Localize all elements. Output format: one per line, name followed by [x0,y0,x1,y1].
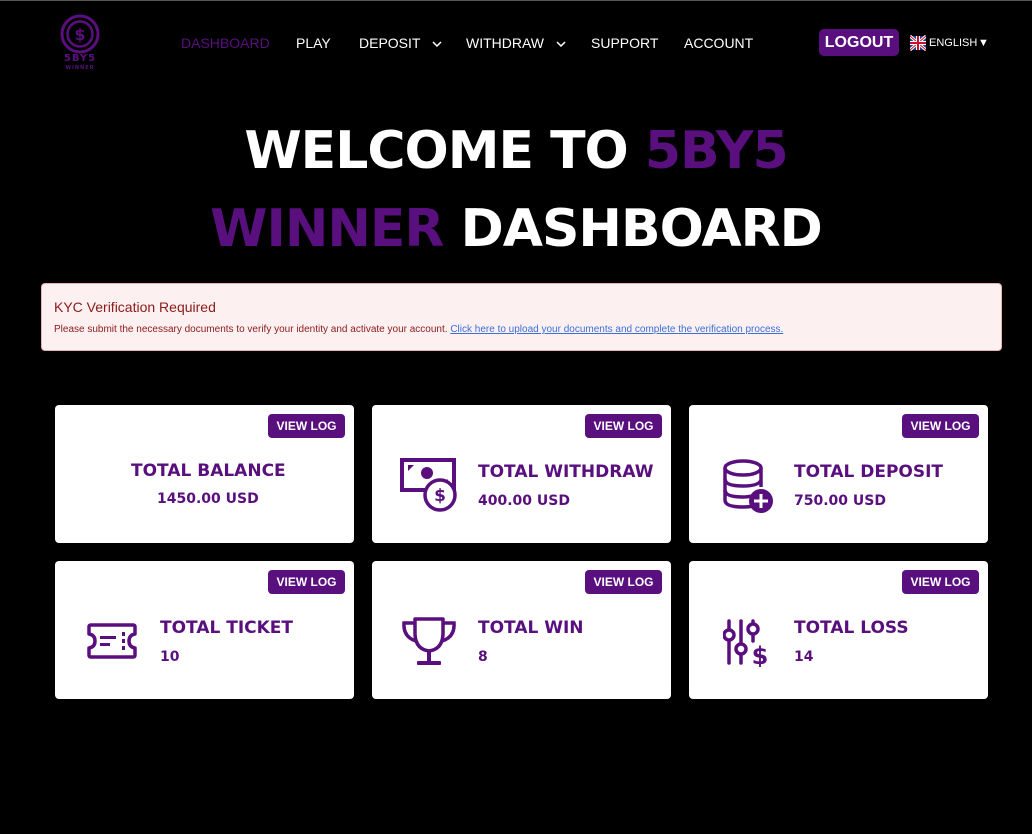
nav-play[interactable]: PLAY [296,34,331,52]
nav-withdraw[interactable]: WITHDRAW [466,34,566,52]
card-total-win: VIEW LOG TOTAL WIN 8 [372,561,671,699]
nav-withdraw-label: WITHDRAW [466,35,545,51]
trophy-icon [402,617,456,665]
nav-account-label: ACCOUNT [684,35,754,51]
nav-dashboard-label: DASHBOARD [181,35,270,51]
logout-button[interactable]: LOGOUT [819,29,899,56]
nav-deposit-label: DEPOSIT [359,35,421,51]
ticket-icon [87,623,137,659]
dollar-coin-icon: $ [60,14,100,54]
card-total-balance: VIEW LOG TOTAL BALANCE 1450.00 USD [55,405,354,543]
upload-documents-link[interactable]: Click here to upload your documents and … [450,324,783,335]
alert-message-text: Please submit the necessary documents to… [54,324,448,335]
svg-text:$: $ [434,486,446,506]
hero-line-1: WELCOME TO 5BY5 [0,112,1032,190]
nav-play-label: PLAY [296,35,331,51]
card-title: TOTAL DEPOSIT [794,462,944,482]
card-value: 14 [794,649,814,665]
svg-text:$: $ [74,25,85,44]
hero-winner-text: WINNER [210,199,444,259]
brand-logo[interactable]: $ 5BY5 WINNER [56,14,104,74]
view-log-button[interactable]: VIEW LOG [268,414,345,438]
card-total-loss: VIEW LOG $ TOTAL LOSS 14 [689,561,988,699]
hero-dashboard-text: DASHBOARD [460,199,823,259]
card-title: TOTAL TICKET [160,618,294,638]
caret-down-icon: ▼ [978,37,989,49]
hero-heading: WELCOME TO 5BY5 WINNER DASHBOARD [0,112,1032,268]
sliders-dollar-icon: $ [723,619,769,667]
uk-flag-icon [910,35,926,51]
nav-support-label: SUPPORT [591,35,659,51]
view-log-button[interactable]: VIEW LOG [902,414,979,438]
hero-line-2: WINNER DASHBOARD [0,190,1032,268]
alert-title: KYC Verification Required [54,299,216,315]
card-title: TOTAL WITHDRAW [478,462,654,482]
money-bill-icon: $ [400,458,457,512]
card-value: 750.00 USD [794,493,886,509]
logo-text: 5BY5 [63,53,97,64]
svg-text:$: $ [752,642,769,667]
hero-welcome-text: WELCOME TO [244,121,628,181]
card-total-withdraw: VIEW LOG $ TOTAL WITHDRAW 400.00 USD [372,405,671,543]
view-log-button[interactable]: VIEW LOG [268,570,345,594]
chevron-down-icon [556,41,566,48]
view-log-button[interactable]: VIEW LOG [585,570,662,594]
logo-subtext: WINNER [65,65,95,71]
hero-brand-text: 5BY5 [644,121,789,181]
site-header: $ 5BY5 WINNER DASHBOARD PLAY DEPOSIT WIT… [0,0,1032,88]
nav-account[interactable]: ACCOUNT [684,34,753,52]
chevron-down-icon [432,41,442,48]
language-label: ENGLISH [929,37,978,49]
card-value: 1450.00 USD [157,491,259,507]
nav-support[interactable]: SUPPORT [591,34,658,52]
view-log-button[interactable]: VIEW LOG [902,570,979,594]
view-log-button[interactable]: VIEW LOG [585,414,662,438]
kyc-alert: KYC Verification Required Please submit … [41,283,1002,351]
nav-deposit[interactable]: DEPOSIT [359,34,442,52]
card-title: TOTAL WIN [478,618,584,638]
card-total-ticket: VIEW LOG TOTAL TICKET 10 [55,561,354,699]
card-value: 10 [160,649,180,665]
card-title: TOTAL LOSS [794,618,909,638]
card-value: 400.00 USD [478,493,570,509]
card-title: TOTAL BALANCE [131,461,286,481]
nav-dashboard[interactable]: DASHBOARD [181,34,270,52]
alert-message: Please submit the necessary documents to… [54,324,783,336]
card-value: 8 [478,649,488,665]
card-total-deposit: VIEW LOG TOTAL DEPOSIT 750.00 USD [689,405,988,543]
database-plus-icon [723,459,773,513]
